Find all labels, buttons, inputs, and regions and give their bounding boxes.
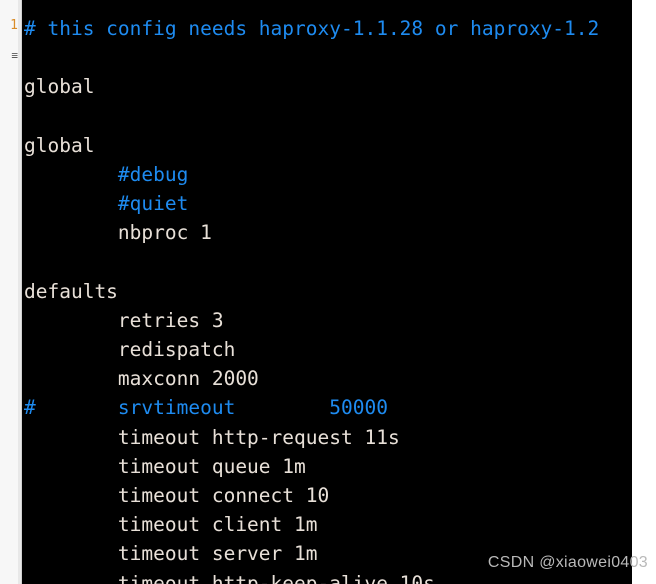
code-comment-text: #quiet (24, 192, 189, 216)
line-number-gutter: 1 ≡ (0, 0, 22, 584)
code-line[interactable]: redispatch (22, 335, 632, 364)
code-text: global (24, 133, 95, 157)
code-comment-text: # this config needs haproxy-1.1.28 or ha… (24, 17, 600, 40)
code-lines-container: # this config needs haproxy-1.1.28 or ha… (22, 14, 632, 584)
code-text: nbproc 1 (24, 221, 212, 245)
code-line[interactable] (22, 248, 632, 277)
code-text: timeout server 1m (24, 542, 318, 566)
code-line[interactable]: timeout http-request 11s (22, 423, 632, 452)
code-text: timeout http-request 11s (24, 425, 400, 449)
code-line[interactable]: timeout connect 10 (22, 481, 632, 510)
code-text: redispatch (24, 338, 236, 362)
gutter-line-number: 1 (10, 18, 18, 33)
code-text: timeout connect 10 (24, 484, 330, 507)
code-line[interactable]: #quiet (22, 189, 632, 218)
code-line[interactable]: global (22, 131, 632, 160)
code-line[interactable]: maxconn 2000 (22, 364, 632, 393)
code-comment-text: # srvtimeout 50000 (24, 396, 388, 420)
code-line[interactable] (22, 43, 632, 72)
code-line[interactable]: defaults (22, 277, 632, 306)
code-text: defaults (24, 279, 118, 303)
code-line[interactable]: global (22, 72, 632, 101)
code-line[interactable] (22, 102, 632, 131)
code-line[interactable]: timeout client 1m (22, 510, 632, 539)
code-line[interactable]: # this config needs haproxy-1.1.28 or ha… (22, 14, 632, 43)
code-text: timeout http-keep-alive 10s (24, 571, 435, 584)
code-text: maxconn 2000 (24, 367, 259, 391)
code-line[interactable]: nbproc 1 (22, 218, 632, 247)
code-editor-pane[interactable]: # this config needs haproxy-1.1.28 or ha… (22, 0, 632, 584)
code-line[interactable]: #debug (22, 160, 632, 189)
code-line[interactable]: retries 3 (22, 306, 632, 335)
code-line[interactable]: # srvtimeout 50000 (22, 393, 632, 422)
code-text: global (24, 75, 95, 99)
code-text: timeout client 1m (24, 513, 318, 537)
code-text: retries 3 (24, 308, 224, 332)
code-editor-screenshot: 1 ≡ # this config needs haproxy-1.1.28 or… (0, 0, 656, 584)
right-margin-strip (632, 0, 656, 584)
code-text: timeout queue 1m (24, 454, 306, 478)
code-line[interactable]: timeout queue 1m (22, 452, 632, 481)
code-comment-text: #debug (24, 162, 189, 186)
gutter-line-number: ≡ (11, 49, 18, 63)
csdn-watermark: CSDN @xiaowei0403 (487, 554, 648, 571)
